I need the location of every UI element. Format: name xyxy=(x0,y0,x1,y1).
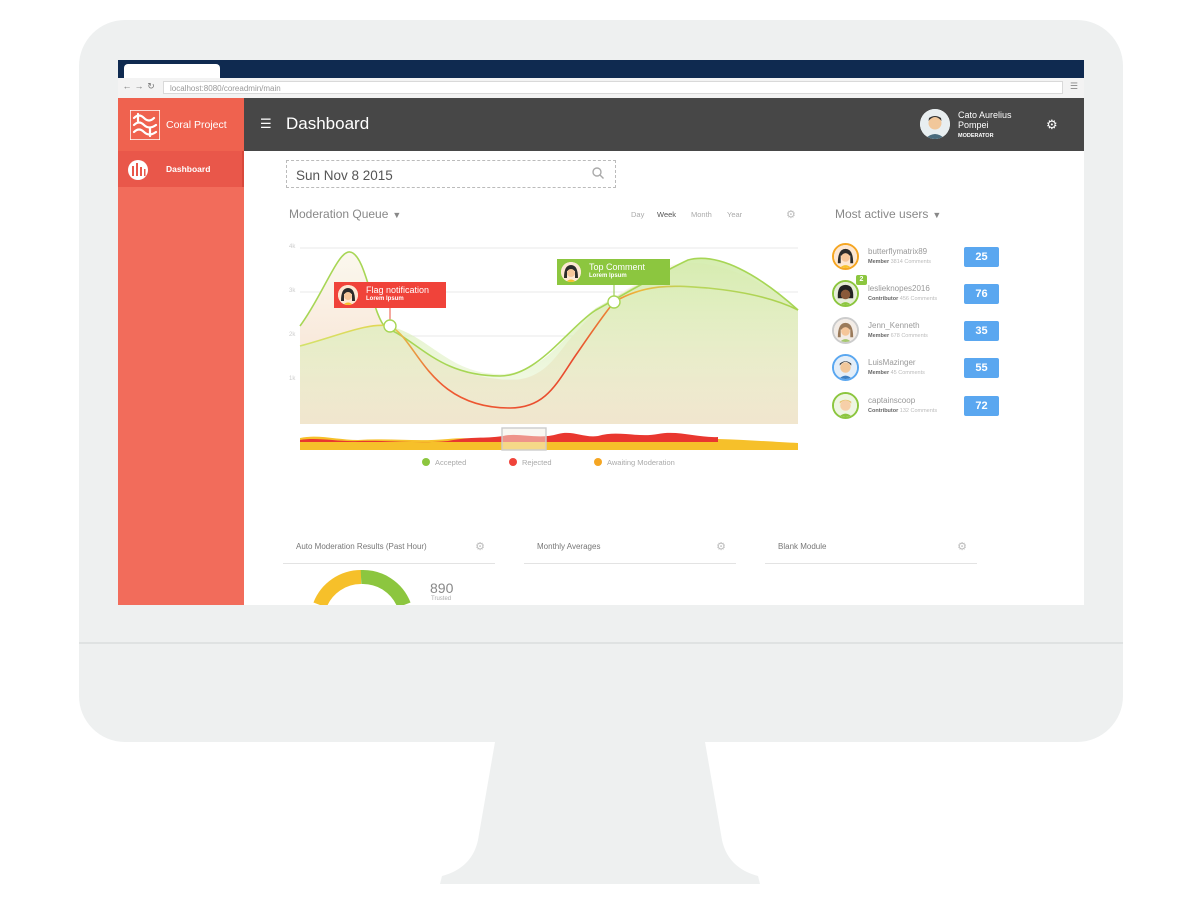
donut-value: 890 xyxy=(430,580,454,596)
donut-label: Trusted xyxy=(431,596,452,602)
screen: ← → ↻ localhost:8080/coreadmin/main ☰ Co… xyxy=(118,60,1084,605)
auto-moderation-donut xyxy=(313,569,411,605)
